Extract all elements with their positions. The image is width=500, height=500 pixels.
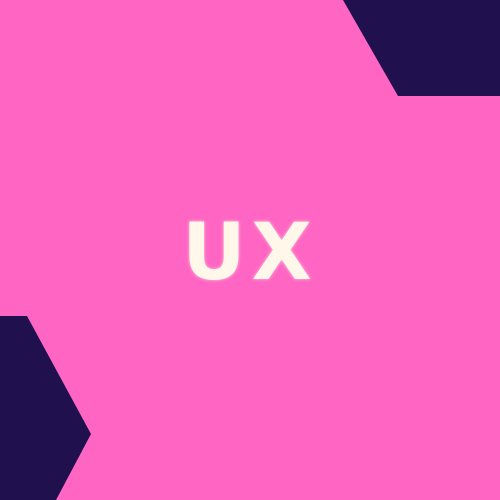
ux-title: UX (182, 208, 318, 298)
top-right-hexagon-shape (343, 0, 500, 96)
bottom-left-hexagon-shape (0, 316, 91, 500)
graphic-canvas: UX (0, 0, 500, 500)
